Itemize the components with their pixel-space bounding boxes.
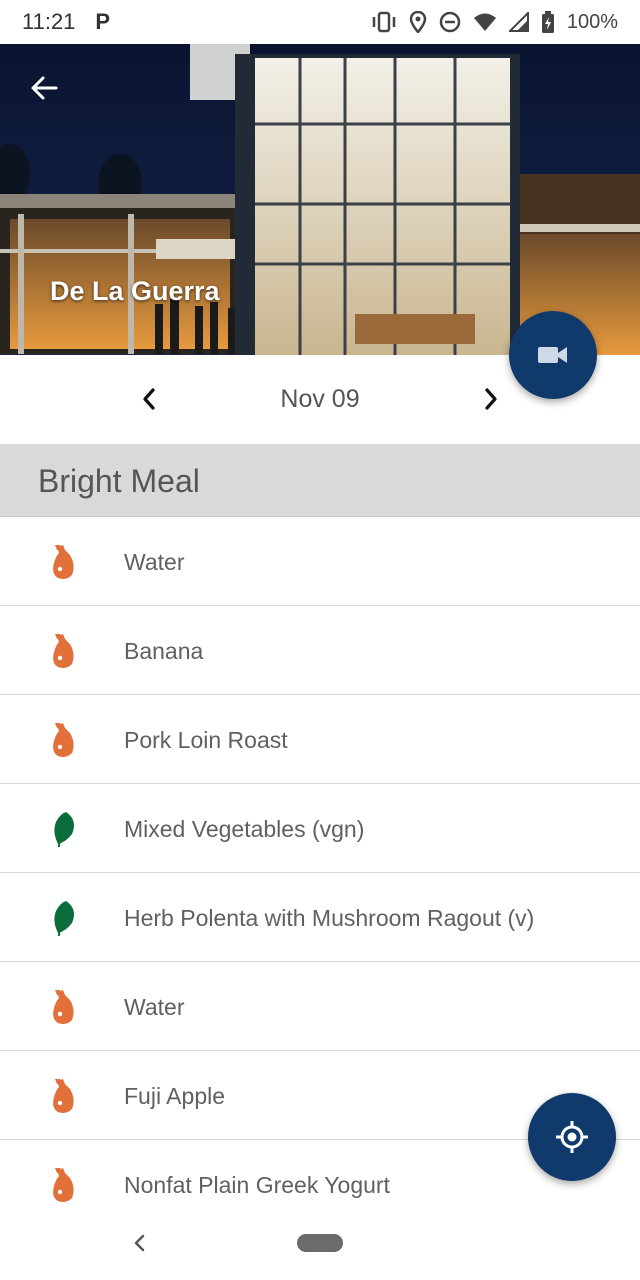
list-item[interactable]: Herb Polenta with Mushroom Ragout (v) xyxy=(0,873,640,962)
chevron-left-icon xyxy=(134,1234,145,1252)
battery-percentage: 100% xyxy=(566,10,618,33)
videocam-icon xyxy=(538,347,567,363)
menu-item-name: Fuji Apple xyxy=(124,1083,226,1109)
dining-hall-name: De La Guerra xyxy=(50,276,220,306)
list-item[interactable]: Mixed Vegetables (vgn) xyxy=(0,784,640,873)
parking-app-icon: P xyxy=(95,9,111,34)
meat-icon xyxy=(46,543,80,581)
arrow-back-icon xyxy=(31,76,58,100)
back-button[interactable] xyxy=(22,66,66,110)
meat-icon xyxy=(46,988,80,1026)
my-location-icon xyxy=(556,1121,588,1153)
meat-icon xyxy=(46,1077,80,1115)
system-navigation-bar xyxy=(0,1216,640,1280)
meat-icon xyxy=(46,1166,80,1204)
menu-item-name: Water xyxy=(124,549,185,575)
vibrate-icon xyxy=(371,11,397,33)
leaf-icon xyxy=(46,899,80,937)
meat-icon xyxy=(46,632,80,670)
hero-image: De La Guerra xyxy=(0,44,640,355)
meal-title: Bright Meal xyxy=(38,463,200,499)
status-bar: 11:21 P 100% xyxy=(0,0,640,44)
camera-button[interactable] xyxy=(509,311,597,399)
menu-item-name: Banana xyxy=(124,638,204,664)
cellular-signal-icon xyxy=(508,12,529,32)
menu-item-name: Water xyxy=(124,994,185,1020)
wifi-icon xyxy=(473,12,497,32)
meal-section-header: Bright Meal xyxy=(0,444,640,517)
menu-item-name: Herb Polenta with Mushroom Ragout (v) xyxy=(124,905,535,931)
chevron-right-icon xyxy=(485,388,497,410)
do-not-disturb-icon xyxy=(439,11,461,33)
list-item[interactable]: Pork Loin Roast xyxy=(0,695,640,784)
status-time: 11:21 xyxy=(22,9,76,34)
menu-item-name: Pork Loin Roast xyxy=(124,727,288,753)
my-location-button[interactable] xyxy=(528,1093,616,1181)
menu-item-name: Nonfat Plain Greek Yogurt xyxy=(124,1172,390,1198)
home-pill[interactable] xyxy=(297,1234,343,1252)
menu-item-name: Mixed Vegetables (vgn) xyxy=(124,816,365,842)
list-item[interactable]: Banana xyxy=(0,606,640,695)
list-item[interactable]: Water xyxy=(0,962,640,1051)
next-day-button[interactable] xyxy=(474,382,508,416)
list-item[interactable]: Water xyxy=(0,517,640,606)
leaf-icon xyxy=(46,810,80,848)
battery-icon xyxy=(541,11,555,33)
location-icon xyxy=(409,11,427,33)
system-back-button[interactable] xyxy=(126,1230,152,1256)
meat-icon xyxy=(46,721,80,759)
dining-hall-photo xyxy=(0,44,640,355)
